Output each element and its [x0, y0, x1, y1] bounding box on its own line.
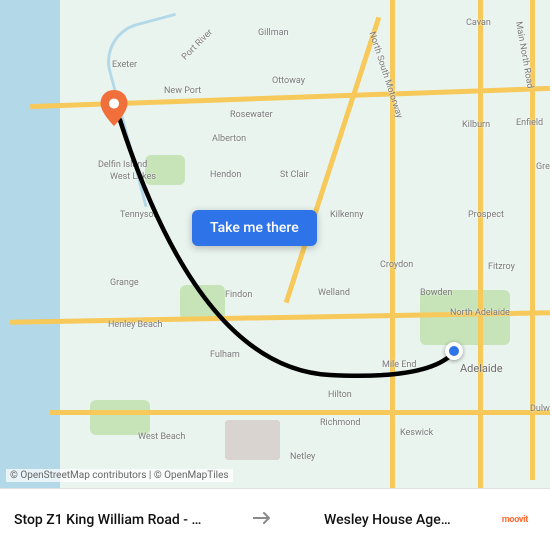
suburb-label: Findon — [225, 290, 252, 300]
origin-dot-icon — [445, 342, 463, 360]
suburb-label: Fulham — [210, 350, 240, 360]
map-attribution: © OpenStreetMap contributors | © OpenMap… — [6, 469, 233, 482]
map-container[interactable]: Gillman Cavan Exeter New Port Ottoway Rosewat… — [0, 0, 550, 550]
suburb-label: Hendon — [210, 170, 241, 180]
suburb-label: Kilburn — [462, 120, 490, 130]
suburb-label: Greenac — [536, 162, 550, 172]
suburb-label: Dulwic — [530, 404, 550, 414]
direction-arrow-icon — [253, 510, 273, 529]
origin-label: Stop Z1 King William Road - … — [14, 512, 201, 528]
suburb-label: Henley Beach — [108, 320, 163, 330]
suburb-label: Grange — [110, 278, 139, 288]
suburb-label: Bowden — [420, 288, 452, 298]
suburb-label: Croydon — [380, 260, 413, 270]
bottom-bar: Stop Z1 King William Road - … Wesley Hou… — [0, 488, 550, 550]
suburb-label: Richmond — [320, 418, 360, 428]
suburb-label: Mile End — [382, 360, 416, 370]
suburb-label: Welland — [318, 288, 350, 298]
suburb-label: Ottoway — [272, 76, 305, 86]
suburb-label: Delfin Island — [98, 160, 147, 170]
suburb-label: Gillman — [258, 28, 288, 38]
suburb-label: West Lakes — [110, 172, 156, 182]
suburb-label: West Beach — [138, 432, 185, 442]
destination-label: Wesley House Age… — [324, 512, 451, 528]
suburb-label: New Port — [164, 86, 201, 96]
suburb-label: Hilton — [328, 390, 352, 400]
moovit-logo[interactable]: moovit — [494, 508, 536, 532]
take-me-there-button[interactable]: Take me there — [192, 210, 317, 246]
suburb-label: Alberton — [212, 134, 246, 144]
suburb-label: Prospect — [468, 210, 504, 220]
suburb-label: Cavan — [466, 18, 491, 28]
suburb-label: Rosewater — [230, 110, 273, 120]
suburb-label: St Clair — [280, 170, 309, 180]
suburb-label: Kilkenny — [330, 210, 363, 220]
origin-pin[interactable] — [445, 342, 473, 370]
suburb-label: North Adelaide — [450, 308, 510, 318]
map-pin-icon — [100, 90, 128, 126]
suburb-label: Fitzroy — [488, 262, 515, 272]
suburb-label: Tennyson — [120, 210, 159, 220]
suburb-label: Exeter — [112, 60, 137, 70]
suburb-label: Enfield — [516, 118, 543, 128]
suburb-label: Netley — [290, 452, 315, 462]
suburb-label: Keswick — [400, 428, 433, 438]
destination-pin[interactable] — [100, 90, 128, 118]
